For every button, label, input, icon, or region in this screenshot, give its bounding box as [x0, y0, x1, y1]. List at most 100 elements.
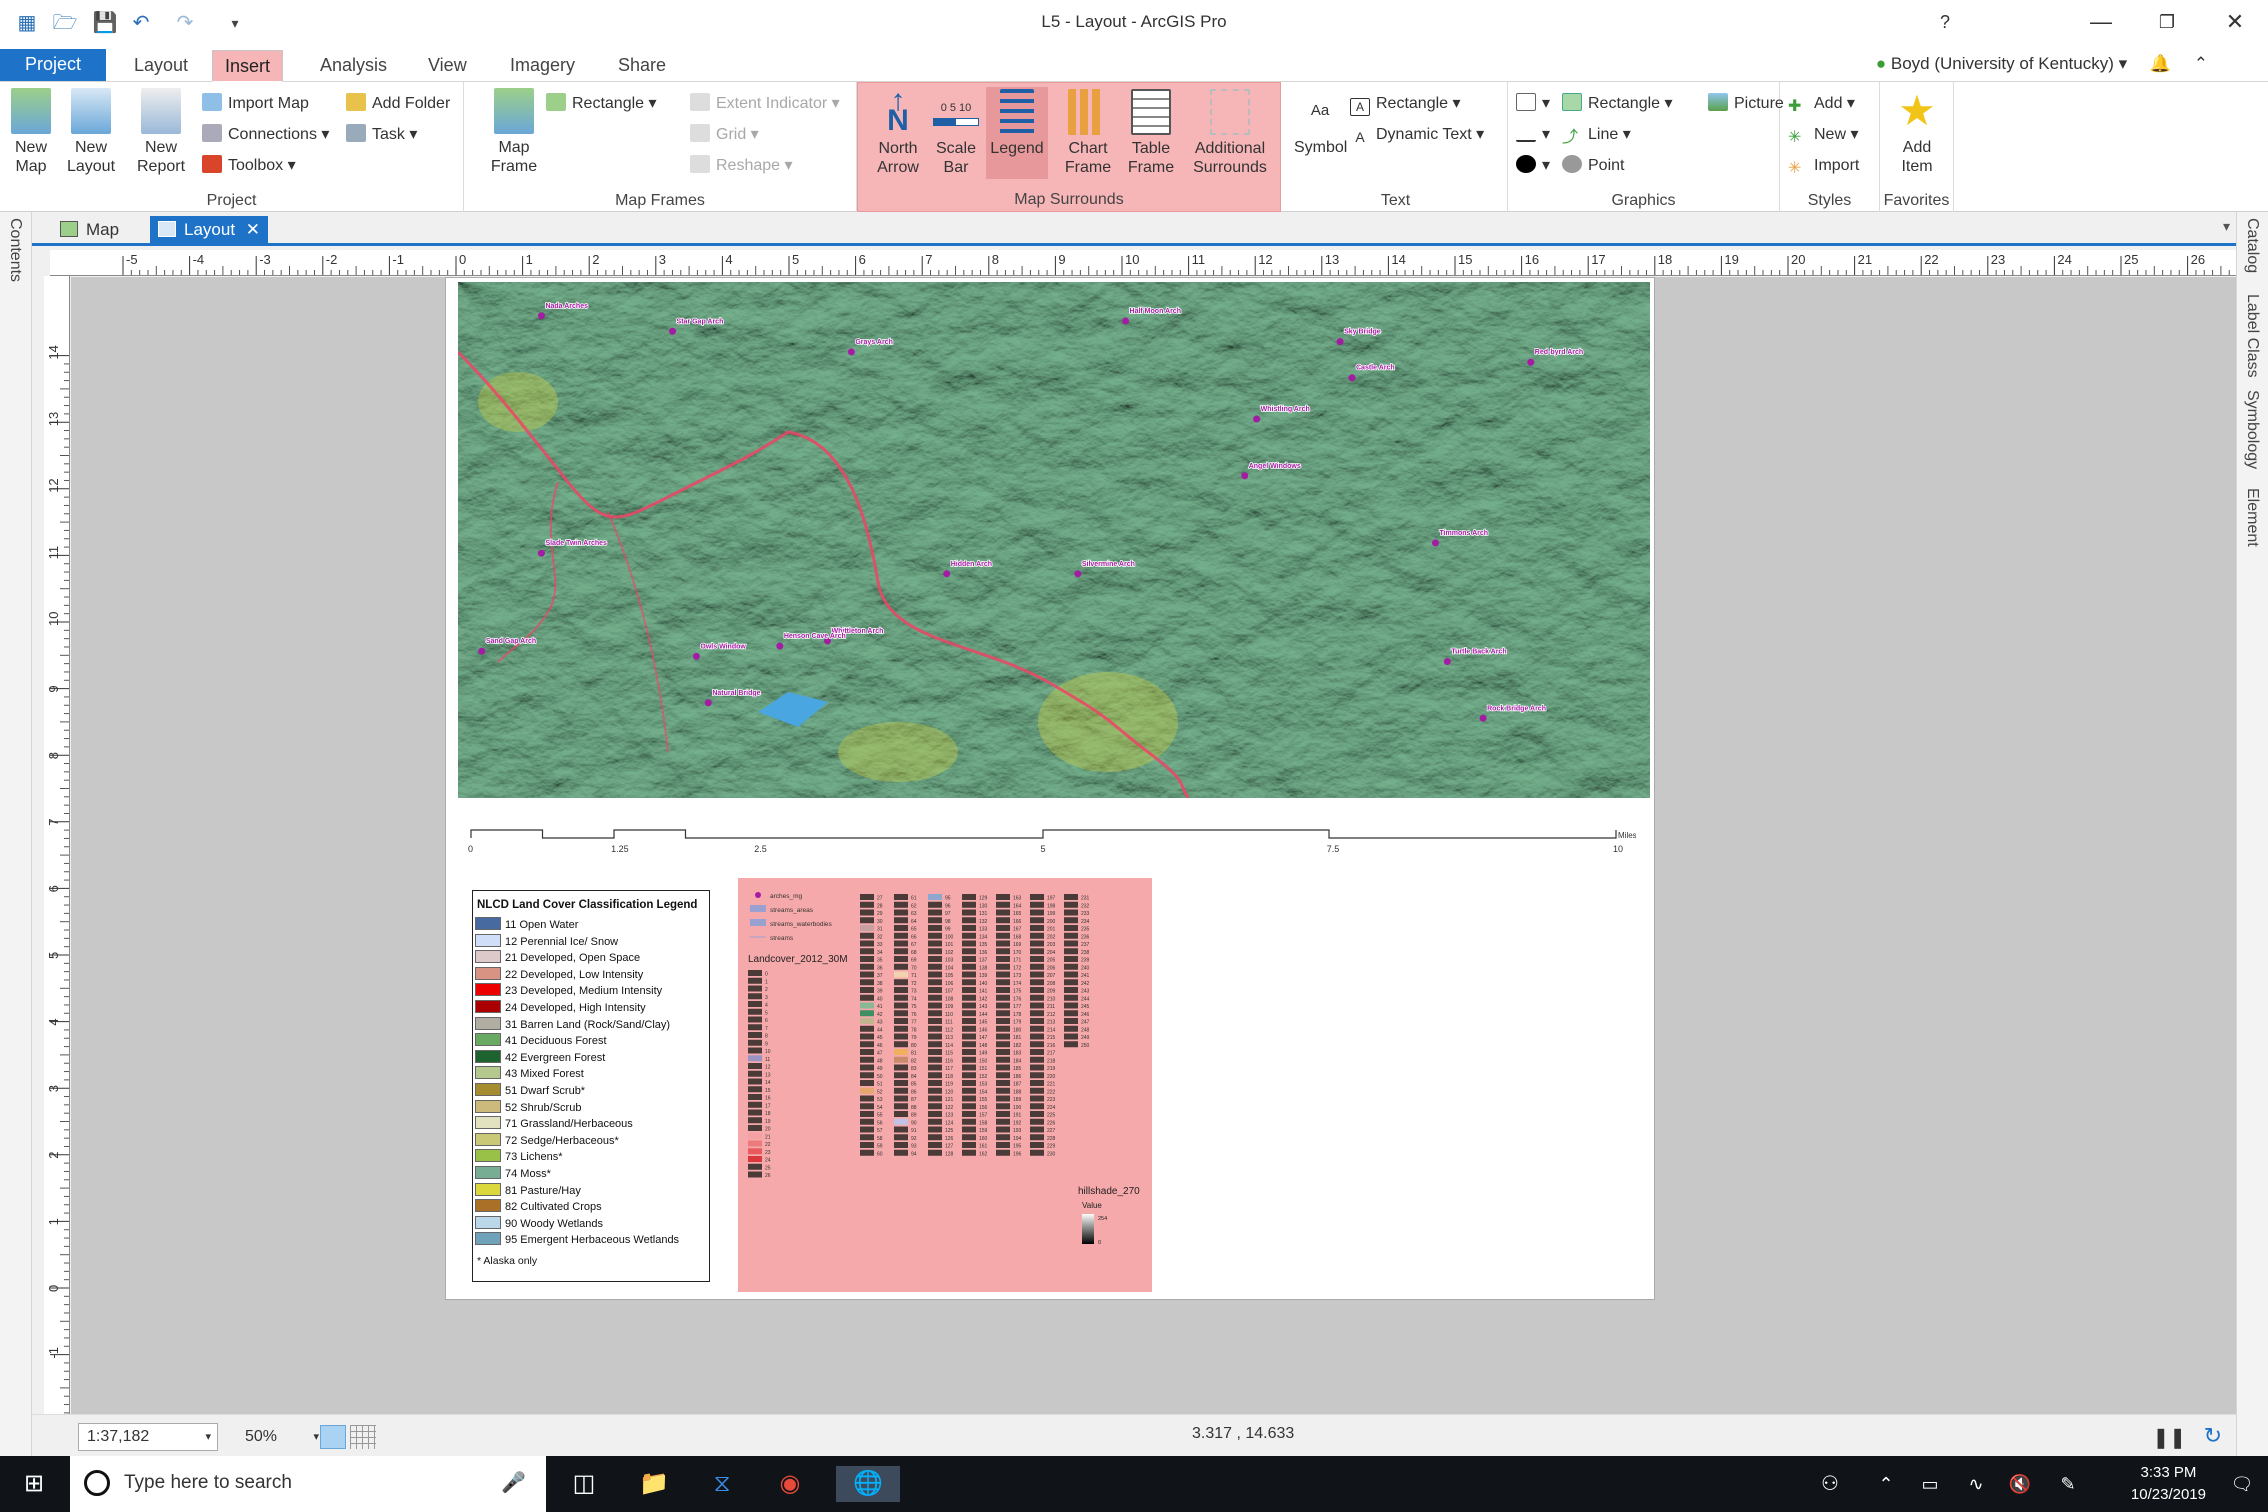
map-frame-rectangle-button[interactable]: Rectangle ▾ [546, 92, 657, 116]
refresh-icon[interactable]: ↻ [2204, 1423, 2222, 1449]
legend-button[interactable]: Legend [986, 87, 1048, 179]
graphics-line-picker[interactable]: ▾ [1516, 123, 1550, 147]
graphics-point-button[interactable]: Point [1562, 154, 1624, 178]
symbol-button[interactable]: Aa Symbol [1294, 88, 1347, 157]
taskbar-clock[interactable]: 3:33 PM 10/23/2019 [2131, 1462, 2206, 1506]
task-button[interactable]: Task ▾ [346, 123, 417, 147]
label-class-pane-tab[interactable]: Label Class [2243, 294, 2261, 378]
graphics-point-picker[interactable]: ▾ [1516, 154, 1550, 178]
task-view-icon[interactable]: ◫ [566, 1466, 602, 1502]
vscode-icon[interactable]: ⧖ [704, 1466, 740, 1502]
doc-tab-map[interactable]: Map [52, 216, 152, 244]
additional-surrounds-button[interactable]: Additional Surrounds [1182, 89, 1278, 177]
graphics-rectangle-button[interactable]: Rectangle ▾ [1562, 92, 1673, 116]
new-report-button[interactable]: New Report [130, 88, 192, 176]
graphics-shape-picker[interactable]: ▾ [1516, 92, 1550, 116]
new-layout-button[interactable]: New Layout [62, 88, 120, 176]
scale-bar[interactable]: 0 1.25 2.5 5 7.5 10 Miles [466, 818, 1637, 858]
catalog-pane-tab[interactable]: Catalog [2243, 218, 2261, 273]
pen-icon[interactable]: ✎ [2050, 1466, 2086, 1502]
help-button[interactable]: ? [1912, 0, 1978, 44]
arch-marker[interactable] [1122, 317, 1130, 325]
people-icon[interactable]: ⚇ [1812, 1466, 1848, 1502]
snapping-icon[interactable] [320, 1425, 346, 1449]
close-button[interactable]: ✕ [2202, 0, 2268, 44]
arch-marker[interactable] [1336, 338, 1344, 346]
reshape-button[interactable]: Reshape ▾ [690, 154, 793, 178]
file-explorer-icon[interactable]: 📁 [636, 1466, 672, 1502]
grid-toggle-icon[interactable] [350, 1425, 376, 1449]
arch-marker[interactable] [1253, 415, 1261, 423]
map-frame-button[interactable]: Map Frame [482, 88, 546, 176]
arch-marker[interactable] [943, 570, 951, 578]
tab-layout[interactable]: Layout [122, 50, 200, 82]
nlcd-legend[interactable]: NLCD Land Cover Classification Legend 11… [472, 890, 710, 1282]
tab-view[interactable]: View [416, 50, 479, 82]
table-frame-button[interactable]: Table Frame [1122, 89, 1180, 177]
arch-marker[interactable] [847, 348, 855, 356]
arch-marker[interactable] [537, 312, 545, 320]
arch-marker[interactable] [692, 652, 700, 660]
element-pane-tab[interactable]: Element [2243, 488, 2261, 547]
tab-insert[interactable]: Insert [212, 50, 284, 82]
arch-marker[interactable] [776, 642, 784, 650]
tab-share[interactable]: Share [606, 50, 678, 82]
text-rectangle-button[interactable]: A Rectangle ▾ [1350, 92, 1461, 116]
arch-marker[interactable] [478, 647, 486, 655]
import-map-button[interactable]: Import Map [202, 92, 309, 116]
tab-project[interactable]: Project [0, 49, 106, 81]
add-folder-button[interactable]: Add Folder [346, 92, 450, 116]
pause-drawing-icon[interactable]: ❚❚ [2152, 1425, 2186, 1450]
styles-add-button[interactable]: ✚ Add ▾ [1788, 92, 1855, 116]
chrome-icon[interactable]: ◉ [772, 1466, 808, 1502]
toolbox-button[interactable]: Toolbox ▾ [202, 154, 296, 178]
extent-indicator-button[interactable]: Extent Indicator ▾ [690, 92, 840, 116]
volume-muted-icon[interactable]: 🔇 [2002, 1466, 2038, 1502]
close-tab-icon[interactable]: ✕ [246, 216, 260, 244]
restore-button[interactable]: ❐ [2134, 0, 2200, 44]
arch-marker[interactable] [1479, 714, 1487, 722]
notifications-icon[interactable]: 🔔 [2150, 54, 2171, 73]
dynamic-text-button[interactable]: A Dynamic Text ▾ [1350, 123, 1484, 147]
connections-button[interactable]: Connections ▾ [202, 123, 329, 147]
minimize-button[interactable]: — [2068, 0, 2134, 44]
tab-analysis[interactable]: Analysis [308, 50, 399, 82]
doc-tab-layout[interactable]: Layout ✕ [150, 216, 268, 244]
graphics-line-button[interactable]: ⤴ Line ▾ [1562, 123, 1631, 147]
arch-marker[interactable] [1527, 358, 1535, 366]
symbology-pane-tab[interactable]: Symbology [2243, 390, 2261, 469]
default-legend-selected[interactable]: arches_mg streams_areas streams_waterbodie… [738, 878, 1152, 1292]
arcgis-pro-taskbar-icon[interactable]: 🌐 [836, 1466, 900, 1502]
map-scale-combo[interactable]: 1:37,182 ▾ [78, 1423, 218, 1451]
layout-canvas[interactable]: Nada Arches Star Gap Arch Grays Arch Half M… [71, 277, 2236, 1414]
grid-button[interactable]: Grid ▾ [690, 123, 759, 147]
tab-imagery[interactable]: Imagery [498, 50, 587, 82]
microphone-icon[interactable]: 🎤 [501, 1470, 526, 1495]
chart-frame-button[interactable]: Chart Frame [1058, 89, 1118, 177]
styles-import-button[interactable]: ✳ Import [1788, 154, 1859, 178]
layout-page[interactable]: Nada Arches Star Gap Arch Grays Arch Half M… [445, 277, 1655, 1300]
collapse-ribbon-icon[interactable]: ⌃ [2194, 54, 2208, 73]
zoom-combo[interactable]: 50% ▾ [236, 1423, 326, 1451]
taskbar-search[interactable]: Type here to search 🎤 [70, 1456, 546, 1512]
account-menu[interactable]: ● Boyd (University of Kentucky) ▾ 🔔 ⌃ [1876, 54, 2208, 74]
graphics-picture-button[interactable]: Picture [1708, 92, 1784, 116]
contents-pane-tab[interactable]: Contents [6, 218, 24, 282]
battery-icon[interactable]: ▭ [1912, 1466, 1948, 1502]
arch-marker[interactable] [704, 699, 712, 707]
action-center-icon[interactable]: 🗨 [2224, 1466, 2260, 1502]
tab-overflow-icon[interactable]: ▾ [2223, 218, 2230, 235]
scale-bar-button[interactable]: 0 5 10 Scale Bar [932, 89, 980, 177]
arch-marker[interactable] [537, 549, 545, 557]
arch-marker[interactable] [1431, 539, 1439, 547]
add-item-button[interactable]: ★ Add Item [1888, 88, 1946, 176]
arch-marker[interactable] [1241, 472, 1249, 480]
arch-marker[interactable] [669, 327, 677, 335]
tray-overflow-icon[interactable]: ⌃ [1868, 1466, 1904, 1502]
map-frame[interactable]: Nada Arches Star Gap Arch Grays Arch Half M… [458, 282, 1650, 798]
styles-new-button[interactable]: ✳ New ▾ [1788, 123, 1859, 147]
arch-marker[interactable] [1443, 658, 1451, 666]
arch-marker[interactable] [1074, 570, 1082, 578]
windows-start-icon[interactable]: ⊞ [16, 1466, 52, 1502]
arch-marker[interactable] [1348, 374, 1356, 382]
